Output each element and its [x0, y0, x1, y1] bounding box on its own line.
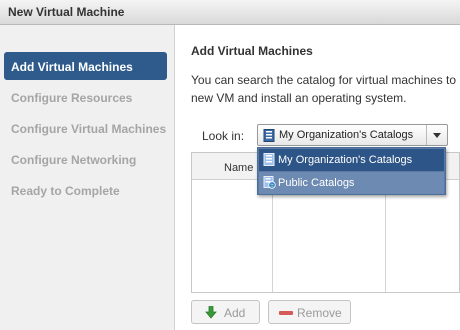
column-divider [272, 179, 273, 292]
dropdown-option-my-organizations-catalogs[interactable]: My Organization's Catalogs [259, 149, 444, 171]
dropdown-option-public-catalogs[interactable]: Public Catalogs [259, 172, 444, 194]
column-divider [385, 179, 386, 292]
wizard-sidebar: Add Virtual Machines Configure Resources… [0, 25, 175, 330]
main-content: Add Virtual Machines You can search the … [175, 25, 460, 330]
look-in-dropdown-menu: My Organization's Catalogs Public Catalo… [257, 147, 446, 195]
remove-button-label: Remove [297, 306, 342, 320]
catalog-icon [263, 153, 275, 169]
look-in-select[interactable]: My Organization's Catalogs [257, 124, 448, 146]
window-titlebar: New Virtual Machine [0, 0, 460, 25]
remove-button[interactable]: Remove [268, 300, 351, 324]
add-button-label: Add [224, 306, 246, 320]
window-title: New Virtual Machine [8, 5, 125, 19]
dropdown-option-label: Public Catalogs [278, 177, 355, 189]
section-description: You can search the catalog for virtual m… [191, 71, 460, 107]
sidebar-item-configure-networking[interactable]: Configure Networking [4, 145, 167, 173]
section-title: Add Virtual Machines [191, 44, 313, 58]
sidebar-item-configure-resources[interactable]: Configure Resources [4, 83, 167, 111]
add-button[interactable]: Add [191, 300, 260, 324]
sidebar-item-add-virtual-machines[interactable]: Add Virtual Machines [4, 52, 167, 80]
chevron-down-icon[interactable] [426, 125, 447, 145]
description-line-2: new VM and install an operating system. [191, 91, 407, 105]
sidebar-item-ready-to-complete[interactable]: Ready to Complete [4, 176, 167, 204]
description-line-1: You can search the catalog for virtual m… [191, 73, 457, 87]
green-down-arrow-icon [205, 306, 217, 322]
remove-bar-icon [279, 311, 293, 315]
public-catalog-icon [263, 176, 276, 192]
look-in-label: Look in: [202, 129, 245, 143]
dropdown-option-label: My Organization's Catalogs [278, 154, 413, 166]
column-header-name[interactable]: Name [224, 162, 253, 174]
look-in-value: My Organization's Catalogs [279, 129, 414, 141]
sidebar-item-configure-virtual-machines[interactable]: Configure Virtual Machines [4, 114, 167, 142]
catalog-icon [263, 129, 275, 145]
